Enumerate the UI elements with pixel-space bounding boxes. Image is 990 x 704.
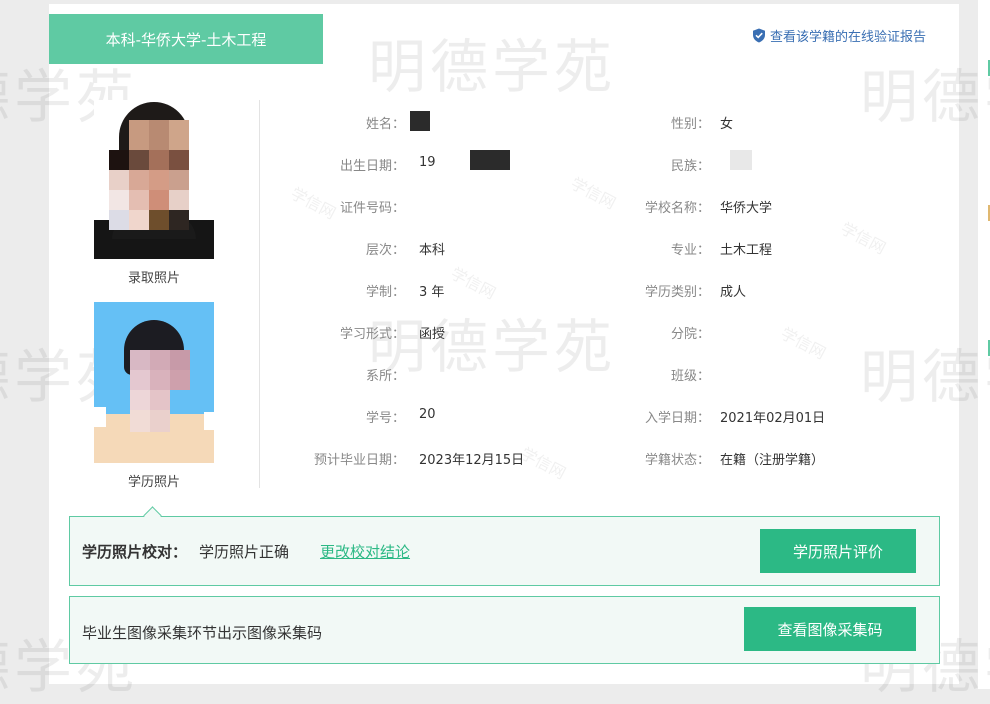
degree-photo — [94, 302, 214, 463]
photo-check-result: 学历照片正确 — [199, 543, 290, 561]
field-label-name: 姓名： — [365, 117, 405, 132]
view-capture-code-label: 查看图像采集码 — [777, 620, 883, 639]
image-capture-text: 毕业生图像采集环节出示图像采集码 — [82, 624, 323, 642]
divider — [259, 100, 260, 488]
field-label-enrollment-date: 入学日期： — [644, 411, 710, 426]
field-value-expected-graduation: 2023年12月15日 — [419, 453, 525, 468]
adjacent-panel-edge — [978, 0, 990, 689]
image-capture-panel: 毕业生图像采集环节出示图像采集码 查看图像采集码 — [69, 596, 940, 664]
field-label-gender: 性别： — [670, 117, 710, 132]
field-label-major: 专业： — [670, 243, 710, 258]
field-label-enrollment-status: 学籍状态： — [644, 453, 710, 468]
redacted-ethnicity — [730, 150, 752, 170]
field-value-gender: 女 — [720, 117, 734, 132]
field-label-degree-category: 学历类别： — [644, 285, 710, 300]
field-label-id-number: 证件号码： — [339, 201, 405, 216]
photo-review-button-label: 学历照片评价 — [792, 542, 883, 561]
shield-check-icon — [753, 28, 765, 43]
record-title: 本科-华侨大学-土木工程 — [105, 30, 267, 49]
field-value-birthdate: 19 — [419, 155, 436, 170]
field-label-school: 学校名称： — [644, 201, 710, 216]
redacted-name — [410, 111, 430, 131]
field-label-birthdate: 出生日期： — [339, 159, 405, 174]
field-value-level: 本科 — [419, 243, 446, 258]
field-value-enrollment-status: 在籍（注册学籍） — [720, 453, 825, 468]
field-value-school: 华侨大学 — [720, 201, 773, 216]
record-title-tab: 本科-华侨大学-土木工程 — [49, 14, 323, 64]
photo-review-button[interactable]: 学历照片评价 — [760, 529, 916, 573]
field-label-student-id: 学号： — [365, 411, 405, 426]
admission-photo-caption: 录取照片 — [127, 271, 180, 286]
field-label-branch: 分院： — [670, 327, 710, 342]
photo-check-label: 学历照片校对： — [82, 543, 188, 561]
degree-photo-caption: 学历照片 — [127, 475, 180, 490]
verify-report-link[interactable]: 查看该学籍的在线验证报告 — [752, 26, 926, 45]
field-label-ethnicity: 民族： — [670, 159, 710, 174]
photo-check-panel: 学历照片校对： 学历照片正确 更改校对结论 学历照片评价 — [69, 516, 940, 586]
view-capture-code-button[interactable]: 查看图像采集码 — [744, 607, 916, 651]
admission-photo — [94, 100, 214, 259]
change-check-link[interactable]: 更改校对结论 — [320, 541, 410, 562]
field-value-student-id: 20 — [419, 407, 436, 422]
verify-report-label: 查看该学籍的在线验证报告 — [770, 30, 927, 45]
field-label-expected-graduation: 预计毕业日期： — [313, 453, 405, 468]
field-label-class: 班级： — [670, 369, 710, 384]
field-value-study-mode: 函授 — [419, 327, 446, 342]
field-label-level: 层次： — [365, 243, 405, 258]
field-value-major: 土木工程 — [720, 243, 773, 258]
field-value-enrollment-date: 2021年02月01日 — [720, 411, 826, 426]
field-label-study-mode: 学习形式： — [339, 327, 405, 342]
field-label-duration: 学制： — [365, 285, 405, 300]
redacted-birthdate — [470, 150, 510, 170]
field-label-department: 系所： — [365, 369, 405, 384]
field-value-degree-category: 成人 — [720, 285, 747, 300]
field-value-duration: 3 年 — [419, 285, 445, 300]
